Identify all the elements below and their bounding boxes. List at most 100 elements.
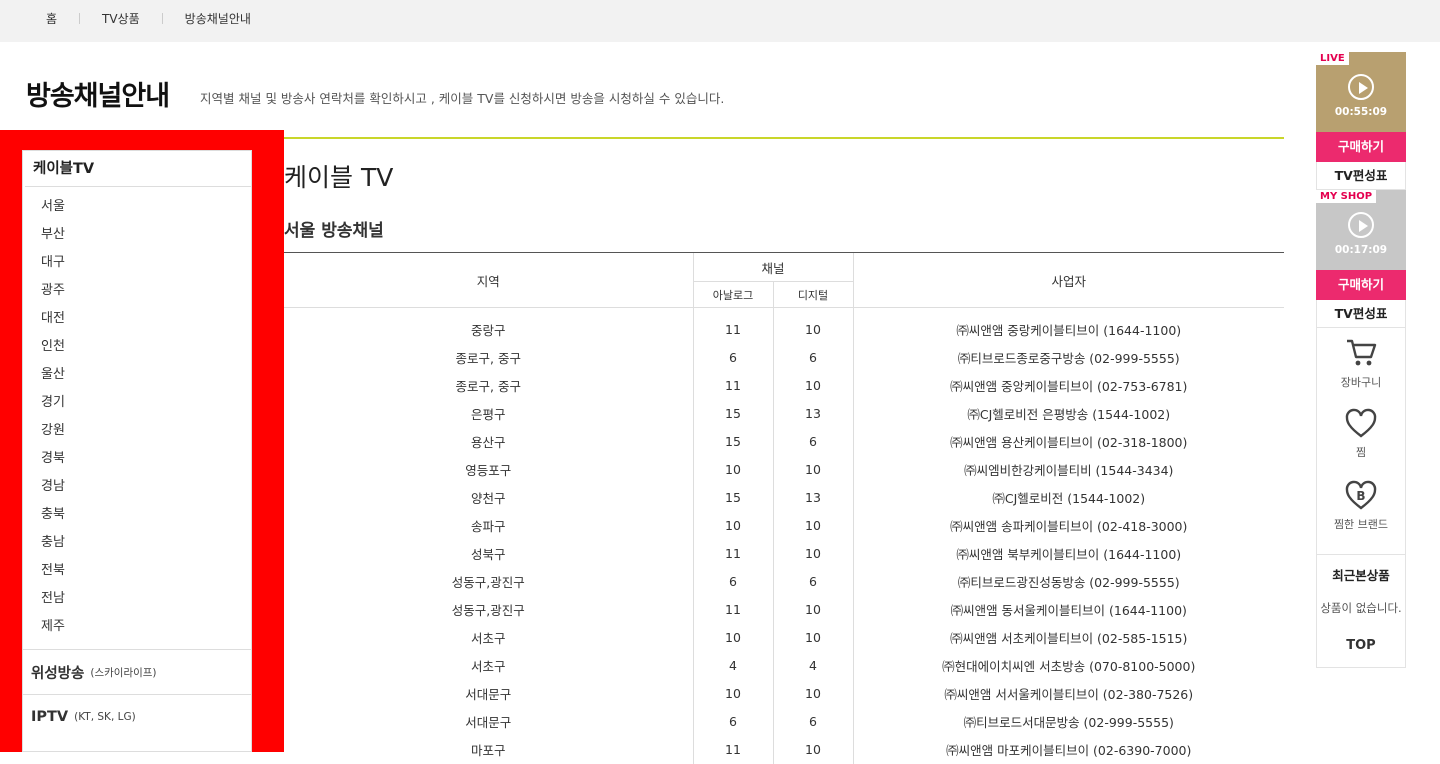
cell-operator: ㈜씨앤앰 서초케이블티브이 (02-585-1515) <box>852 623 1284 652</box>
wish-button[interactable]: 찜 <box>1317 400 1405 472</box>
th-operator: 사업자 <box>852 252 1284 308</box>
cell-analog: 15 <box>692 427 773 456</box>
top-bar: 홈 TV상품 방송채널안내 <box>0 0 1440 42</box>
cart-button[interactable]: 장바구니 <box>1317 328 1405 400</box>
page-title: 방송채널안내 <box>26 81 170 112</box>
recent-title: 최근본상품 <box>1332 568 1390 583</box>
live-schedule-link[interactable]: TV편성표 <box>1316 162 1406 190</box>
channel-table: 지역 채널 사업자 아날로그 디지털 중랑구 11 10 ㈜씨앤앰 중랑케이블티브이 … <box>284 252 1284 764</box>
title-divider <box>284 137 1284 139</box>
myshop-tag: MY SHOP <box>1316 190 1377 203</box>
cell-operator: ㈜씨엠비한강케이블티비 (1544-3434) <box>852 455 1284 484</box>
region-item[interactable]: 경북 <box>41 445 251 473</box>
cell-analog: 6 <box>692 343 773 372</box>
cell-digital: 10 <box>772 735 853 764</box>
cell-analog: 11 <box>692 307 773 344</box>
region-item[interactable]: 서울 <box>41 193 251 221</box>
region-item[interactable]: 인천 <box>41 333 251 361</box>
top-button[interactable]: TOP <box>1317 638 1405 653</box>
cell-region: 서초구 <box>470 631 506 646</box>
region-item[interactable]: 경남 <box>41 473 251 501</box>
cell-digital: 10 <box>772 455 853 484</box>
breadcrumb-separator <box>79 13 81 24</box>
cell-operator: ㈜씨앤앰 중앙케이블티브이 (02-753-6781) <box>852 371 1284 400</box>
cell-operator: ㈜씨앤앰 송파케이블티브이 (02-418-3000) <box>852 511 1284 540</box>
cell-operator: ㈜씨앤앰 마포케이블티브이 (02-6390-7000) <box>852 735 1284 764</box>
region-item[interactable]: 대전 <box>41 305 251 333</box>
cell-region: 서초구 <box>470 659 506 674</box>
cell-analog: 10 <box>692 679 773 708</box>
cell-digital: 6 <box>772 343 853 372</box>
cell-operator: ㈜씨앤앰 용산케이블티브이 (02-318-1800) <box>852 427 1284 456</box>
heart-icon <box>1345 408 1377 438</box>
cell-analog: 6 <box>692 567 773 596</box>
play-icon[interactable] <box>1348 212 1374 238</box>
cell-operator: ㈜티브로드종로중구방송 (02-999-5555) <box>852 343 1284 372</box>
recent-empty-text: 상품이 없습니다. <box>1320 601 1402 615</box>
cell-region: 종로구, 중구 <box>455 351 521 366</box>
cell-digital: 10 <box>772 307 853 344</box>
live-buy-button[interactable]: 구매하기 <box>1316 132 1406 162</box>
quick-menu: 장바구니 찜 B 찜한 브랜드 최근본상품 상품이 없습니다. TOP <box>1316 328 1406 668</box>
cell-analog: 4 <box>692 651 773 680</box>
table-row: 마포구 11 10 ㈜씨앤앰 마포케이블티브이 (02-6390-7000) <box>284 735 1284 764</box>
region-item[interactable]: 부산 <box>41 221 251 249</box>
cell-operator: ㈜CJ헬로비전 은평방송 (1544-1002) <box>852 399 1284 428</box>
table-row: 서대문구 6 6 ㈜티브로드서대문방송 (02-999-5555) <box>284 707 1284 736</box>
page-description: 지역별 채널 및 방송사 연락처를 확인하시고 , 케이블 TV를 신청하시면 … <box>200 91 725 106</box>
region-item[interactable]: 강원 <box>41 417 251 445</box>
region-item[interactable]: 광주 <box>41 277 251 305</box>
right-rail: LIVE 00:55:09 구매하기 TV편성표 MY SHOP 00:17:0… <box>1316 52 1406 668</box>
cell-region: 용산구 <box>470 435 506 450</box>
myshop-schedule-link[interactable]: TV편성표 <box>1316 300 1406 328</box>
table-row: 종로구, 중구 11 10 ㈜씨앤앰 중앙케이블티브이 (02-753-6781) <box>284 371 1284 400</box>
cell-region: 중랑구 <box>470 323 506 339</box>
region-item[interactable]: 경기 <box>41 389 251 417</box>
cell-operator: ㈜씨앤앰 서서울케이블티브이 (02-380-7526) <box>852 679 1284 708</box>
breadcrumb: 홈 TV상품 방송채널안내 <box>36 10 261 27</box>
cell-region: 양천구 <box>470 491 506 506</box>
breadcrumb-channel-guide[interactable]: 방송채널안내 <box>175 10 261 27</box>
cell-digital: 13 <box>772 483 853 512</box>
cart-icon <box>1347 339 1377 366</box>
cell-digital: 6 <box>772 427 853 456</box>
cell-region: 서대문구 <box>465 687 512 702</box>
cell-analog: 11 <box>692 371 773 400</box>
region-item[interactable]: 충북 <box>41 501 251 529</box>
region-item[interactable]: 전남 <box>41 585 251 613</box>
region-list: 서울 부산 대구 광주 대전 인천 울산 경기 강원 경북 경남 충북 충남 전북 전남 제주 <box>23 187 251 649</box>
cell-digital: 10 <box>772 511 853 540</box>
nav-satellite-sub: (스카이라이프) <box>90 666 157 679</box>
cell-region: 성동구,광진구 <box>451 575 525 590</box>
cell-digital: 10 <box>772 371 853 400</box>
breadcrumb-home[interactable]: 홈 <box>36 10 67 27</box>
myshop-time: 00:17:09 <box>1334 244 1388 256</box>
region-item[interactable]: 전북 <box>41 557 251 585</box>
breadcrumb-tv-products[interactable]: TV상품 <box>92 10 150 27</box>
cell-operator: ㈜티브로드서대문방송 (02-999-5555) <box>852 707 1284 736</box>
play-icon[interactable] <box>1348 74 1374 100</box>
region-item[interactable]: 충남 <box>41 529 251 557</box>
myshop-buy-button[interactable]: 구매하기 <box>1316 270 1406 300</box>
cell-operator: ㈜티브로드광진성동방송 (02-999-5555) <box>852 567 1284 596</box>
nav-iptv[interactable]: IPTV (KT, SK, LG) <box>23 694 251 739</box>
table-row: 서초구 10 10 ㈜씨앤앰 서초케이블티브이 (02-585-1515) <box>284 623 1284 652</box>
svg-text:B: B <box>1356 489 1365 503</box>
region-item[interactable]: 대구 <box>41 249 251 277</box>
cell-analog: 10 <box>692 623 773 652</box>
breadcrumb-separator <box>161 13 163 24</box>
cell-analog: 15 <box>692 399 773 428</box>
live-video-thumbnail[interactable]: LIVE 00:55:09 <box>1316 52 1406 132</box>
region-item[interactable]: 제주 <box>41 613 251 641</box>
nav-satellite[interactable]: 위성방송 (스카이라이프) <box>23 649 251 694</box>
cell-digital: 13 <box>772 399 853 428</box>
myshop-video-thumbnail[interactable]: MY SHOP 00:17:09 <box>1316 190 1406 270</box>
cell-analog: 10 <box>692 511 773 540</box>
table-row: 중랑구 11 10 ㈜씨앤앰 중랑케이블티브이 (1644-1100) <box>284 307 1284 344</box>
cell-analog: 11 <box>692 595 773 624</box>
nav-cable-tv-title[interactable]: 케이블TV <box>25 151 251 187</box>
wish-brand-button[interactable]: B 찜한 브랜드 <box>1317 472 1405 554</box>
region-item[interactable]: 울산 <box>41 361 251 389</box>
cell-digital: 4 <box>772 651 853 680</box>
cell-region: 은평구 <box>470 407 506 422</box>
